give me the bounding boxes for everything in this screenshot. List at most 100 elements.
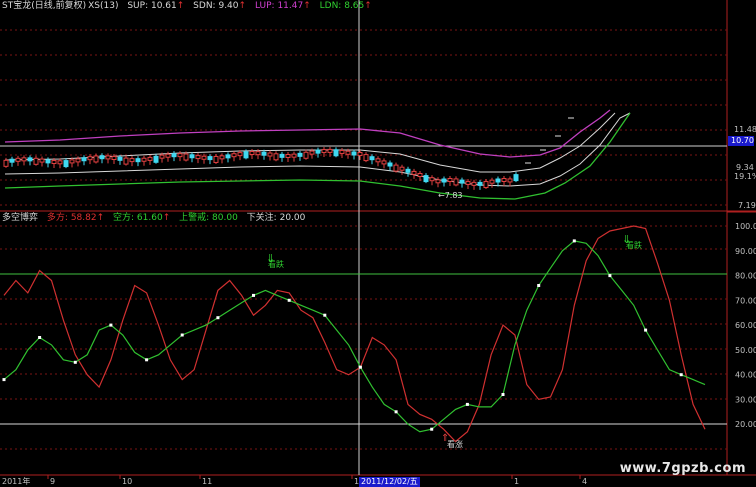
bear-series-point [323, 313, 327, 317]
y-tick-label: 60.00 [735, 321, 756, 330]
candle-body [231, 153, 237, 158]
candle-body [417, 173, 423, 177]
candle-body [99, 155, 105, 160]
candle-body [501, 178, 507, 183]
up-arrow-icon: ↑ [176, 1, 185, 11]
candle-body [135, 158, 141, 163]
sdn-readout: SDN: 9.40↑ [193, 1, 246, 11]
y-tick-label: 50.00 [735, 346, 756, 355]
candlestick-series [3, 117, 574, 190]
candle-body [345, 150, 351, 155]
candle-body [291, 153, 297, 158]
candle-body [261, 151, 267, 156]
candle-body [465, 180, 471, 185]
candle-body [183, 153, 189, 161]
bear-value: 61.60 [136, 213, 163, 223]
lup-readout: LUP: 11.47↑ [255, 1, 311, 11]
candle-body [411, 170, 417, 175]
y-tick-label: 40.00 [735, 371, 756, 380]
candle-body [201, 155, 207, 160]
candle-body [63, 160, 69, 168]
candle-body [435, 179, 441, 184]
bear-series-point [109, 323, 113, 327]
candle-body [3, 159, 9, 167]
x-axis-label: 4 [582, 477, 588, 486]
candle-body [471, 181, 477, 186]
up-arrow-icon: ↑ [96, 213, 105, 223]
sup-label: SUP: [127, 1, 149, 11]
candle-body [273, 153, 279, 161]
cursor-date-label: 2011/12/02/五 [359, 477, 420, 487]
candle-body [489, 179, 495, 184]
y-tick-label: 80.00 [735, 272, 756, 281]
candle-body [453, 178, 459, 186]
candle-body [513, 174, 519, 182]
x-axis-label: 1 [514, 477, 520, 486]
candle-body [279, 153, 285, 158]
candle-body [495, 178, 501, 183]
low-price-annotation: ←7.83 [438, 191, 463, 200]
candle-body [369, 156, 375, 161]
x-axis-label: 11 [202, 477, 213, 486]
bear-series-point [216, 316, 220, 320]
candle-body [321, 149, 327, 154]
candle-body [123, 157, 129, 165]
price-axis-label: 11.48 [734, 125, 756, 134]
upper-warning-value: 80.00 [212, 213, 238, 223]
bull-readout: 多方: 58.82↑ [47, 213, 104, 223]
candle-body [285, 153, 291, 158]
y-tick-label: 70.00 [735, 296, 756, 305]
bear-series-point [537, 284, 541, 287]
bear-series-point [358, 365, 362, 369]
price-axis-label: 7.19 [738, 201, 756, 210]
candle-body [387, 162, 393, 167]
candle-body [459, 179, 465, 184]
indicator-name: XS(13) [88, 1, 119, 11]
candle-body [447, 178, 453, 183]
x-axis-label: 10 [122, 477, 133, 486]
candle-body [399, 166, 405, 171]
lup-value: 11.47 [277, 1, 304, 11]
candle-body [351, 151, 357, 156]
bear-series-point [465, 402, 469, 406]
up-arrow-icon: ↑ [162, 213, 171, 223]
candle-body [57, 160, 63, 165]
candle-body [363, 154, 369, 162]
candle-body [15, 157, 21, 162]
sell-signal-label: 看跌 [268, 260, 284, 269]
candle-body [27, 157, 33, 162]
bear-series-line [3, 240, 706, 433]
bear-series-point [73, 360, 77, 364]
bear-series-point [252, 293, 255, 297]
candle-body [507, 178, 513, 183]
bear-series-point [501, 393, 505, 396]
signal-markers: ⇓ ⇓ ⇑ [266, 233, 631, 444]
candle-body [147, 156, 153, 161]
x-axis-label: 9 [50, 477, 56, 486]
candle-body [219, 155, 225, 160]
current-price-label: 10.70 [731, 136, 754, 145]
candle-body [21, 157, 27, 162]
bear-readout: 空方: 61.60↑ [113, 213, 170, 223]
candle-body [333, 149, 339, 157]
candle-body [315, 149, 321, 154]
candle-body [249, 151, 255, 156]
candle-body [381, 160, 387, 165]
bottom-grid [0, 225, 727, 450]
candle-body [393, 164, 399, 172]
chart-canvas[interactable]: 20.00 30.00 40.00 50.00 60.00 70.00 80.00 90.00… [0, 0, 756, 487]
candle-body [75, 158, 81, 163]
candle-body [225, 154, 231, 159]
candle-body [357, 152, 363, 156]
candle-body [297, 152, 303, 157]
y-tick-label: 100.0 [735, 222, 756, 231]
candle-body [39, 158, 45, 163]
top-panel-header: ST宝龙(日线,前复权) XS(13) SUP: 10.61↑ SDN: 9.40… [2, 1, 378, 12]
ldn-value: 8.65 [344, 1, 365, 11]
bear-series-point [145, 358, 149, 362]
up-arrow-icon: ↑ [364, 1, 372, 11]
candle-body [207, 156, 213, 161]
candle-body [195, 155, 201, 160]
bear-series-point [644, 328, 648, 332]
stock-title: ST宝龙(日线,前复权) [2, 1, 87, 11]
